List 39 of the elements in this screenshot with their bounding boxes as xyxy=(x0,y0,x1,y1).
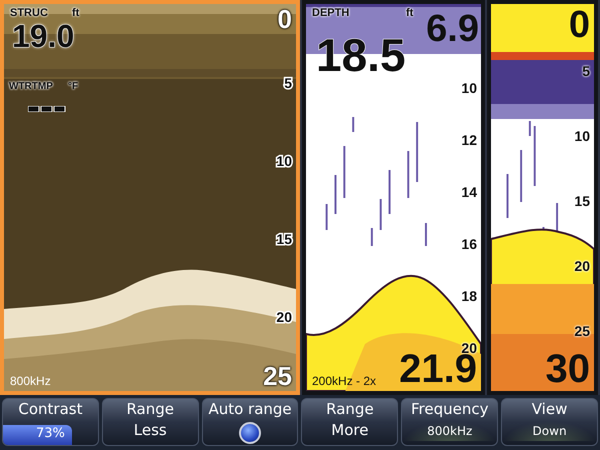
softkey-button[interactable]: Frequency 800kHz xyxy=(401,398,498,446)
depth-tick: 15 xyxy=(574,194,590,208)
contrast-value: 73% xyxy=(34,425,66,443)
softkey-button[interactable]: Auto range xyxy=(202,398,298,446)
range-bottom: 25 xyxy=(263,363,292,389)
temperature-label: WTRTMP xyxy=(9,82,53,92)
range-top: 0 xyxy=(278,6,292,32)
depth-tick: 14 xyxy=(461,185,477,199)
softkey-button[interactable]: View Down xyxy=(501,398,598,446)
depth-tick: 10 xyxy=(276,154,292,168)
depth-tick: 20 xyxy=(574,259,590,273)
depth-reading: 19.0 xyxy=(12,20,74,52)
softkey-button[interactable]: Range Less xyxy=(102,398,199,446)
depth-tick: 18 xyxy=(461,289,477,303)
range-bottom: 30 xyxy=(546,349,590,389)
depth-tick: 10 xyxy=(574,129,590,143)
frequency-label: 800kHz xyxy=(10,375,51,387)
dashes-icon xyxy=(28,106,66,112)
sonar-panel[interactable]: STRUC ft 19.0 WTRTMP °F 0 5 10 15 20 800kHz 25 xyxy=(0,0,300,395)
frequency-label: 200kHz - 2x xyxy=(312,375,376,387)
unit-label: ft xyxy=(406,8,414,19)
depth-tick: 5 xyxy=(284,76,292,90)
sonar-panel[interactable]: 0 5 10 15 20 25 30 xyxy=(487,0,598,395)
source-label: STRUC xyxy=(10,8,48,19)
softkey-button[interactable]: Range More xyxy=(301,398,398,446)
softkey-button[interactable]: Contrast 73% xyxy=(2,398,99,446)
depth-tick: 16 xyxy=(461,237,477,251)
depth-tick: 12 xyxy=(461,133,477,147)
range-top: 0 xyxy=(568,6,590,44)
depth-tick: 10 xyxy=(461,81,477,95)
depth-tick: 15 xyxy=(276,232,292,246)
temperature-unit: °F xyxy=(68,82,78,92)
source-label: DEPTH xyxy=(312,8,350,19)
depth-tick: 20 xyxy=(276,310,292,324)
depth-tick: 5 xyxy=(582,64,590,78)
unit-label: ft xyxy=(72,8,80,19)
depth-tick: 25 xyxy=(574,324,590,338)
range-top: 6.9 xyxy=(426,10,479,48)
depth-reading: 18.5 xyxy=(316,32,406,78)
